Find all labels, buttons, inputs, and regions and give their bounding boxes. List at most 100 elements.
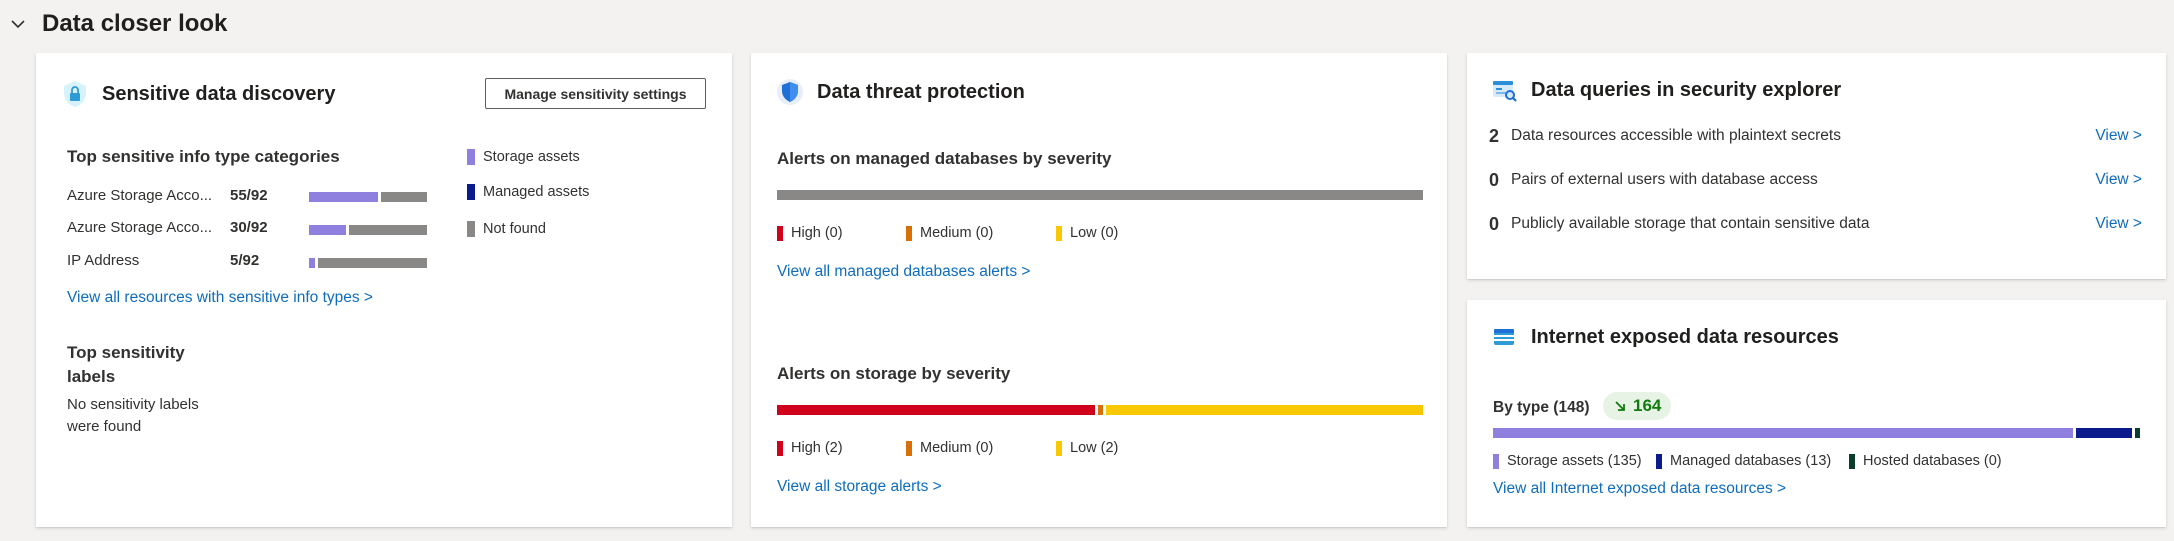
bar-segment-storage	[309, 225, 347, 235]
dtp-title-row: Data threat protection	[775, 77, 1025, 107]
db-legend-medium: Medium (0)	[906, 225, 993, 241]
category-value-2: 30/92	[230, 219, 268, 236]
category-value-3: 5/92	[230, 252, 260, 269]
legend-label: Not found	[483, 221, 546, 237]
trend-value: 164	[1633, 396, 1662, 415]
query-label: Publicly available storage that contain …	[1511, 215, 1870, 232]
ie-title: Internet exposed data resources	[1531, 325, 1839, 348]
section-header[interactable]: Data closer look	[8, 10, 227, 38]
category-bar-1	[309, 192, 427, 202]
ie-legend-storage: Storage assets (135)	[1493, 453, 1642, 469]
chevron-down-icon[interactable]	[8, 14, 28, 34]
legend-managed-assets: Managed assets	[467, 184, 589, 200]
legend-label: Low (0)	[1070, 225, 1119, 241]
query-row: 0 Pairs of external users with database …	[1489, 167, 2142, 193]
legend-label: Managed assets	[483, 184, 590, 200]
legend-label: High (0)	[791, 225, 843, 241]
data-threat-protection-card: Data threat protection Alerts on managed…	[751, 53, 1447, 527]
legend-swatch	[906, 225, 912, 241]
ie-legend-managed: Managed databases (13)	[1656, 453, 1831, 469]
category-label-1: Azure Storage Acco...	[67, 187, 213, 204]
legend-label: Managed databases (13)	[1670, 453, 1832, 469]
lock-shield-icon	[60, 79, 90, 109]
storage-alerts-title: Alerts on storage by severity	[777, 364, 1011, 383]
query-view-link[interactable]: View >	[2095, 127, 2142, 145]
query-count: 2	[1489, 125, 1500, 146]
bar-segment-hosted	[2135, 428, 2140, 438]
category-label-3: IP Address	[67, 252, 140, 269]
legend-swatch	[467, 149, 475, 165]
bar-segment-not-found	[349, 225, 427, 235]
sdd-title: Sensitive data discovery	[102, 82, 336, 105]
trend-badge: 164	[1603, 392, 1672, 420]
storage-legend-low: Low (2)	[1056, 440, 1118, 456]
sdd-title-row: Sensitive data discovery	[60, 79, 335, 109]
query-label: Data resources accessible with plaintext…	[1511, 127, 1841, 144]
view-all-db-alerts-link[interactable]: View all managed databases alerts >	[777, 263, 1030, 281]
section-title: Data closer look	[42, 10, 228, 37]
query-label: Pairs of external users with database ac…	[1511, 171, 1818, 188]
explorer-icon	[1489, 75, 1519, 105]
arrow-down-right-icon	[1615, 401, 1625, 411]
query-count: 0	[1489, 169, 1500, 190]
category-value-1: 55/92	[230, 187, 268, 204]
internet-exposed-card: Internet exposed data resources By type …	[1467, 300, 2166, 527]
shield-icon	[775, 77, 805, 107]
category-bar-2	[309, 225, 427, 235]
dq-title: Data queries in security explorer	[1531, 78, 1842, 101]
storage-legend-high: High (2)	[777, 440, 843, 456]
top-sensitivity-labels-title-line2: labels	[67, 367, 116, 386]
view-all-exposed-resources-link[interactable]: View all Internet exposed data resources…	[1493, 480, 1786, 498]
view-all-sensitive-resources-link[interactable]: View all resources with sensitive info t…	[67, 289, 373, 307]
dtp-title: Data threat protection	[817, 80, 1025, 103]
top-sensitivity-labels-title-line1: Top sensitivity	[67, 343, 185, 362]
db-legend-high: High (0)	[777, 225, 843, 241]
legend-label: Medium (0)	[920, 225, 994, 241]
db-alerts-title: Alerts on managed databases by severity	[777, 149, 1112, 168]
legend-swatch	[467, 184, 475, 200]
category-bar-3	[309, 258, 427, 268]
no-labels-text-line1: No sensitivity labels	[67, 396, 199, 413]
legend-swatch	[777, 225, 783, 241]
legend-swatch	[1849, 453, 1855, 469]
storage-legend-medium: Medium (0)	[906, 440, 993, 456]
manage-sensitivity-settings-button[interactable]: Manage sensitivity settings	[485, 78, 706, 109]
query-row: 0 Publicly available storage that contai…	[1489, 211, 2142, 237]
legend-swatch	[467, 221, 475, 237]
db-alerts-bar	[777, 190, 1423, 200]
bar-segment-storage	[309, 258, 316, 268]
bar-segment-storage	[1493, 428, 2074, 438]
ie-title-row: Internet exposed data resources	[1489, 322, 1839, 352]
bar-segment-not-found	[380, 192, 427, 202]
legend-swatch	[1056, 225, 1062, 241]
by-type-label: By type (148)	[1493, 399, 1590, 416]
query-count: 0	[1489, 213, 1500, 234]
query-view-link[interactable]: View >	[2095, 171, 2142, 189]
top-categories-title: Top sensitive info type categories	[67, 147, 340, 166]
bar-segment-high	[777, 405, 1095, 415]
legend-label: High (2)	[791, 440, 843, 456]
legend-swatch	[777, 440, 783, 456]
legend-label: Storage assets	[483, 149, 580, 165]
bar-segment-not-found	[318, 258, 427, 268]
ie-legend-hosted: Hosted databases (0)	[1849, 453, 2002, 469]
bar-segment-empty	[777, 190, 1423, 200]
legend-label: Medium (0)	[920, 440, 994, 456]
legend-label: Low (2)	[1070, 440, 1119, 456]
bar-segment-medium	[1097, 405, 1103, 415]
sensitive-data-discovery-card: Sensitive data discovery Manage sensitiv…	[36, 53, 732, 527]
query-view-link[interactable]: View >	[2095, 215, 2142, 233]
storage-icon	[1489, 322, 1519, 352]
legend-label: Storage assets (135)	[1507, 453, 1642, 469]
legend-label: Hosted databases (0)	[1863, 453, 2002, 469]
legend-storage-assets: Storage assets	[467, 149, 580, 165]
category-label-2: Azure Storage Acco...	[67, 219, 213, 236]
dq-title-row: Data queries in security explorer	[1489, 75, 1841, 105]
bar-segment-managed	[2076, 428, 2132, 438]
db-legend-low: Low (0)	[1056, 225, 1118, 241]
legend-swatch	[1056, 440, 1062, 456]
bar-segment-storage	[309, 192, 378, 202]
bar-segment-low	[1105, 405, 1423, 415]
exposed-resources-bar	[1493, 428, 2140, 438]
view-all-storage-alerts-link[interactable]: View all storage alerts >	[777, 478, 942, 496]
